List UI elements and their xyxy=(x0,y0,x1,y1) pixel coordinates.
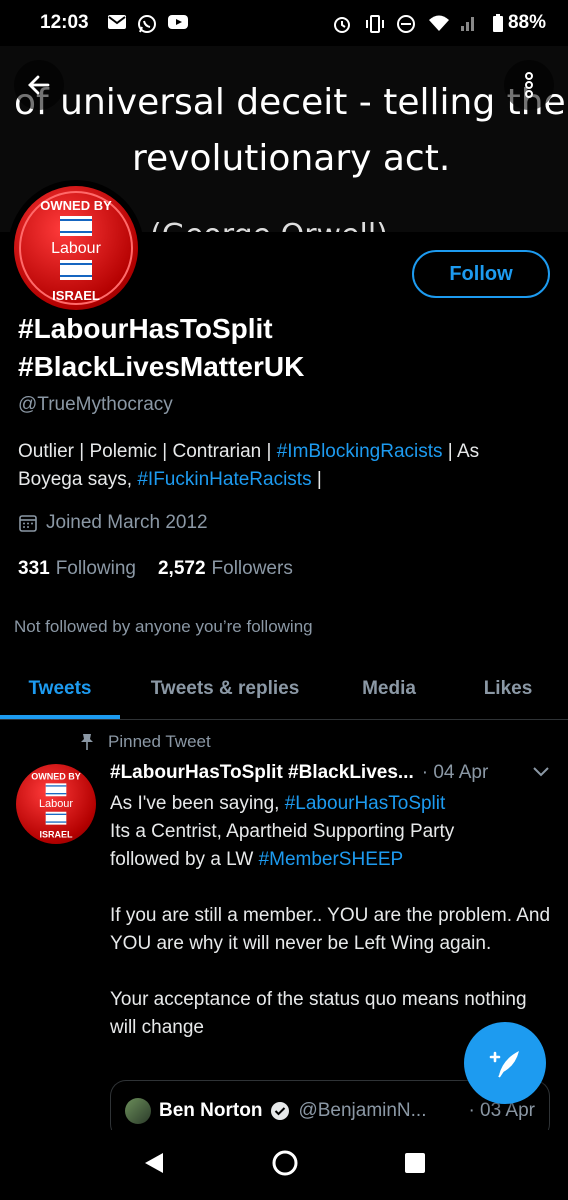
bio-text: Outlier | Polemic | Contrarian | xyxy=(18,441,277,462)
nav-home-button[interactable] xyxy=(270,1148,300,1183)
tab-media[interactable]: Media xyxy=(330,662,448,716)
bio-text: | xyxy=(311,469,322,490)
tweet-date: · 04 Apr xyxy=(421,762,489,783)
status-bar: 12:03 88% xyxy=(0,0,568,46)
owned-by-israel-badge-icon: OWNED BY Labour ISRAEL xyxy=(31,771,81,840)
quoted-author-name: Ben Norton xyxy=(159,1099,263,1121)
tweet-hashtag-link[interactable]: #LabourHasToSplit xyxy=(285,793,446,814)
joined-date: Joined March 2012 xyxy=(18,512,208,534)
svg-text:Labour: Labour xyxy=(39,798,73,810)
chevron-down-icon xyxy=(533,767,549,777)
profile-display-name: #LabourHasToSplit #BlackLivesMatterUK xyxy=(18,313,305,382)
system-navigation-bar xyxy=(0,1130,568,1200)
banner-text-line2: revolutionary act. xyxy=(132,138,451,179)
badge-bottom-text: ISRAEL xyxy=(52,288,100,303)
pinned-text: Pinned Tweet xyxy=(108,732,211,751)
dnd-icon xyxy=(396,14,416,33)
owned-by-israel-badge-icon: OWNED BY Labour ISRAEL xyxy=(19,191,133,305)
tab-tweets[interactable]: Tweets xyxy=(0,662,120,719)
tweet-hashtag-link[interactable]: #MemberSHEEP xyxy=(259,849,404,870)
quoted-author-avatar xyxy=(125,1097,151,1124)
tweet-line: followed by a LW #MemberSHEEP xyxy=(110,849,404,870)
tweet-menu-button[interactable] xyxy=(532,762,550,784)
tweet-line: Its a Centrist, Apartheid Supporting Par… xyxy=(110,821,455,842)
badge-top-text: OWNED BY xyxy=(40,198,112,213)
compose-feather-icon xyxy=(489,1051,519,1078)
badge-middle-text: Labour xyxy=(51,240,101,257)
tab-likes[interactable]: Likes xyxy=(448,662,568,716)
profile-avatar[interactable]: OWNED BY Labour ISRAEL xyxy=(8,180,144,316)
vibrate-icon xyxy=(364,14,384,33)
pin-icon xyxy=(81,734,93,750)
following-count-link[interactable]: 331 Following xyxy=(18,558,136,580)
alarm-icon xyxy=(332,14,352,33)
square-recents-icon xyxy=(404,1152,425,1173)
battery-indicator: 88% xyxy=(492,12,546,34)
profile-tabs: Tweets Tweets & replies Media Likes xyxy=(0,662,568,720)
signal-icon xyxy=(460,14,480,32)
circle-home-icon xyxy=(272,1150,298,1175)
calendar-icon xyxy=(19,515,37,532)
joined-text: Joined March 2012 xyxy=(46,512,208,533)
tweet-author-name[interactable]: #LabourHasToSplit #BlackLives... xyxy=(110,762,414,784)
nav-recents-button[interactable] xyxy=(403,1151,427,1180)
not-followed-notice: Not followed by anyone you’re following xyxy=(14,617,313,636)
more-options-button[interactable] xyxy=(504,60,554,110)
profile-bio: Outlier | Polemic | Contrarian | #ImBloc… xyxy=(18,438,548,494)
gmail-icon xyxy=(107,14,127,32)
avatar-badge-image: OWNED BY Labour ISRAEL xyxy=(14,186,138,310)
verified-badge-icon xyxy=(271,1101,290,1120)
svg-text:OWNED BY: OWNED BY xyxy=(31,771,81,781)
compose-tweet-button[interactable] xyxy=(464,1022,546,1104)
quoted-author-handle: @BenjaminN... xyxy=(298,1099,427,1121)
nav-back-button[interactable] xyxy=(141,1150,167,1181)
tweet-author-avatar[interactable]: OWNED BY Labour ISRAEL xyxy=(16,764,96,844)
tweet-header: #LabourHasToSplit #BlackLives... · 04 Ap… xyxy=(110,762,550,784)
tweet-paragraph: If you are still a member.. YOU are the … xyxy=(110,905,551,954)
banner-text-line3: (George Orwell) xyxy=(150,218,388,232)
profile-handle: @TrueMythocracy xyxy=(18,394,173,415)
pinned-tweet-label: Pinned Tweet xyxy=(80,732,211,752)
bio-hashtag-link[interactable]: #IFuckinHateRacists xyxy=(137,469,311,490)
battery-percent: 88% xyxy=(507,12,546,33)
follow-counts: 331 Following 2,572 Followers xyxy=(18,558,293,580)
back-button[interactable] xyxy=(14,60,64,110)
bio-hashtag-link[interactable]: #ImBlockingRacists xyxy=(277,441,443,462)
banner-text-line1: of universal deceit - telling the t xyxy=(14,82,568,123)
wifi-icon xyxy=(428,14,449,32)
svg-text:ISRAEL: ISRAEL xyxy=(39,830,73,840)
battery-icon xyxy=(492,14,503,32)
status-time: 12:03 xyxy=(40,12,89,33)
triangle-back-icon xyxy=(145,1152,164,1173)
whatsapp-icon xyxy=(137,14,157,33)
back-arrow-icon xyxy=(28,75,50,95)
tab-tweets-replies[interactable]: Tweets & replies xyxy=(120,662,330,716)
followers-count-link[interactable]: 2,572 Followers xyxy=(158,558,293,580)
more-vertical-icon xyxy=(525,72,533,98)
youtube-icon xyxy=(167,14,188,32)
follow-button[interactable]: Follow xyxy=(412,250,550,298)
tweet-line: As I've been saying, #LabourHasToSplit xyxy=(110,793,446,814)
